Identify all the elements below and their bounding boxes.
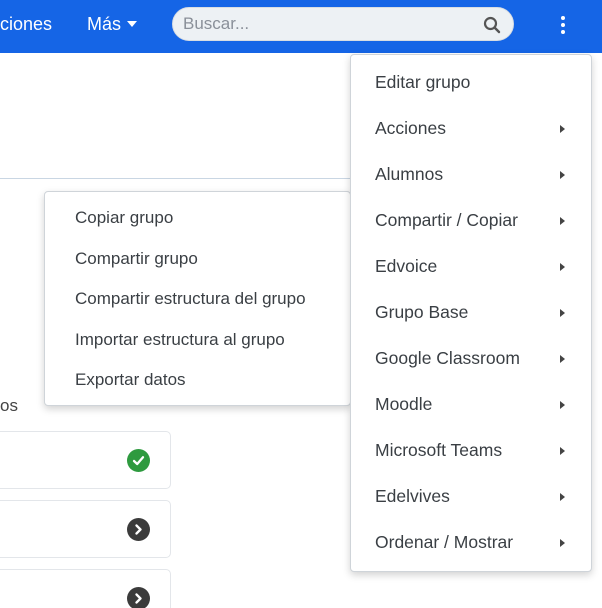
menu-item-compartir-estructura[interactable]: Compartir estructura del grupo	[45, 279, 350, 320]
menu-item-exportar-datos[interactable]: Exportar datos	[45, 360, 350, 401]
menu-item-importar-estructura[interactable]: Importar estructura al grupo	[45, 320, 350, 361]
section-divider	[0, 178, 360, 179]
chevron-right-circle-icon[interactable]	[127, 587, 150, 608]
menu-item-compartir-grupo[interactable]: Compartir grupo	[45, 239, 350, 280]
menu-item-edelvives[interactable]: Edelvives	[351, 473, 591, 519]
caret-right-icon	[560, 447, 565, 455]
menu-item-acciones[interactable]: Acciones	[351, 105, 591, 151]
caret-right-icon	[560, 171, 565, 179]
caret-right-icon	[560, 539, 565, 547]
list-card[interactable]	[0, 431, 171, 489]
menu-item-label: Acciones	[375, 118, 447, 138]
menu-item-label: Grupo Base	[375, 302, 469, 322]
menu-item-alumnos[interactable]: Alumnos	[351, 151, 591, 197]
caret-right-icon	[560, 309, 565, 317]
caret-right-icon	[560, 401, 565, 409]
nav-mas-dropdown[interactable]: Más	[87, 13, 138, 35]
menu-item-label: Moodle	[375, 394, 433, 414]
menu-item-edvoice[interactable]: Edvoice	[351, 243, 591, 289]
list-card[interactable]	[0, 569, 171, 608]
search-box	[172, 7, 514, 41]
nav-acciones-link[interactable]: ciones	[0, 13, 52, 35]
share-copy-submenu: Copiar grupo Compartir grupo Compartir e…	[44, 191, 351, 406]
group-options-menu: Editar grupo Acciones Alumnos Compartir …	[350, 54, 592, 572]
caret-right-icon	[560, 493, 565, 501]
menu-item-label: Edelvives	[375, 486, 450, 506]
caret-right-icon	[560, 263, 565, 271]
menu-item-moodle[interactable]: Moodle	[351, 381, 591, 427]
menu-item-editar-grupo[interactable]: Editar grupo	[351, 59, 591, 105]
search-icon[interactable]	[483, 16, 501, 34]
menu-item-google-classroom[interactable]: Google Classroom	[351, 335, 591, 381]
menu-item-label: Ordenar / Mostrar	[375, 532, 514, 552]
menu-item-microsoft-teams[interactable]: Microsoft Teams	[351, 427, 591, 473]
nav-mas-label: Más	[87, 14, 122, 34]
menu-item-label: Editar grupo	[375, 72, 471, 92]
check-circle-icon	[127, 449, 150, 472]
caret-right-icon	[560, 125, 565, 133]
top-navbar: ciones Más	[0, 0, 602, 53]
list-card[interactable]	[0, 500, 171, 558]
menu-item-label: Microsoft Teams	[375, 440, 503, 460]
more-options-icon[interactable]	[552, 12, 574, 38]
menu-item-label: Alumnos	[375, 164, 444, 184]
caret-right-icon	[560, 355, 565, 363]
section-label: os	[0, 396, 18, 415]
menu-item-label: Compartir / Copiar	[375, 210, 518, 230]
menu-item-compartir-copiar[interactable]: Compartir / Copiar	[351, 197, 591, 243]
chevron-right-circle-icon[interactable]	[127, 518, 150, 541]
search-input[interactable]	[183, 8, 473, 40]
caret-down-icon	[127, 21, 138, 28]
menu-item-label: Google Classroom	[375, 348, 520, 368]
menu-item-label: Edvoice	[375, 256, 438, 276]
menu-item-ordenar-mostrar[interactable]: Ordenar / Mostrar	[351, 519, 591, 565]
caret-right-icon	[560, 217, 565, 225]
menu-item-grupo-base[interactable]: Grupo Base	[351, 289, 591, 335]
menu-item-copiar-grupo[interactable]: Copiar grupo	[45, 198, 350, 239]
